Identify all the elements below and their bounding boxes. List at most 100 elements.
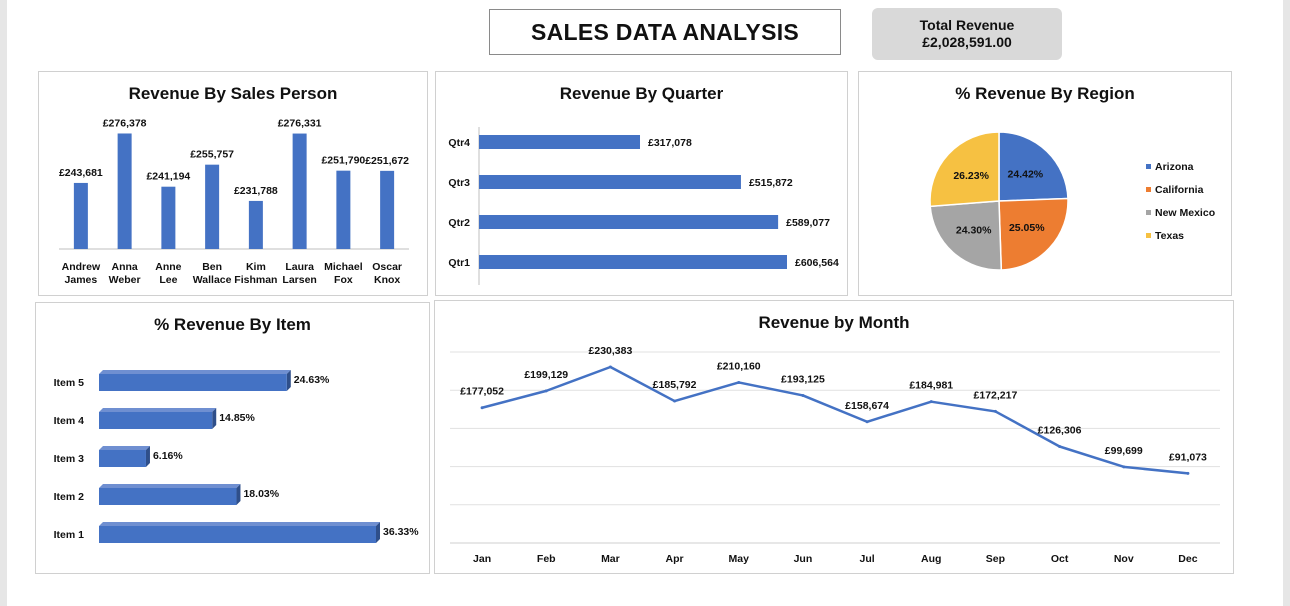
quarter-bar (479, 215, 779, 229)
region-legend-swatch (1146, 210, 1151, 215)
month-tick-label: Jan (473, 553, 491, 565)
sales-person-data-label: £231,788 (234, 185, 278, 197)
quarter-bar (479, 135, 641, 149)
quarter-bar (479, 255, 787, 269)
month-panel: Revenue by Month £177,052 Jan £199,129 Feb £… (434, 300, 1234, 574)
sales-person-tick-label: Larsen (282, 274, 316, 286)
month-data-label: £99,699 (1105, 445, 1143, 457)
sales-person-bar (117, 133, 132, 249)
item-data-label: 36.33% (383, 526, 419, 538)
month-data-point (801, 393, 805, 397)
quarter-tick-label: Qtr4 (448, 137, 470, 149)
quarter-tick-label: Qtr1 (448, 257, 470, 269)
region-legend-label: Arizona (1155, 161, 1194, 173)
item-bar (99, 412, 213, 429)
item-tick-label: Item 2 (54, 491, 85, 503)
sales-person-tick-label: Wallace (193, 274, 232, 286)
region-legend-label: Texas (1155, 230, 1184, 242)
month-data-label: £177,052 (460, 386, 504, 398)
month-data-label: £158,674 (845, 400, 889, 412)
sales-person-tick-label: Weber (109, 274, 141, 286)
month-data-point (1058, 445, 1062, 449)
month-data-label: £210,160 (717, 360, 761, 372)
month-tick-label: Feb (537, 553, 556, 565)
month-tick-label: Aug (921, 553, 941, 565)
item-data-label: 14.85% (219, 412, 255, 424)
month-data-point (737, 380, 741, 384)
month-data-point (993, 409, 997, 413)
sales-person-tick-label: Kim (246, 261, 266, 273)
month-series-line (481, 365, 1189, 475)
sales-person-tick-label: James (65, 274, 98, 286)
sales-person-tick-label: Anne (155, 261, 181, 273)
sales-person-tick-label: Fox (334, 274, 353, 286)
item-bar-top (99, 446, 150, 450)
month-data-label: £126,306 (1038, 425, 1082, 437)
item-tick-label: Item 4 (54, 415, 85, 427)
region-legend-swatch (1146, 187, 1151, 192)
sales-person-panel: Revenue By Sales Person £243,681 Andrew Ja… (38, 71, 428, 296)
sales-person-data-label: £276,378 (103, 117, 147, 129)
month-data-point (544, 389, 548, 393)
quarter-bar (479, 175, 741, 189)
sales-person-tick-label: Lee (159, 274, 177, 286)
item-bar (99, 450, 146, 467)
month-data-label: £91,073 (1169, 451, 1207, 463)
month-tick-label: May (729, 553, 750, 565)
sales-person-tick-label: Laura (285, 261, 314, 273)
sales-person-tick-label: Michael (324, 261, 363, 273)
month-chart: £177,052 Jan £199,129 Feb £230,383 Mar £185,79… (450, 345, 1220, 565)
sales-person-bar (161, 186, 176, 249)
quarter-chart: Qtr4 £317,078 Qtr3 £515,872 Qtr2 £589,077 Qtr1… (448, 127, 839, 285)
item-bar (99, 526, 376, 543)
region-legend-swatch (1146, 233, 1151, 238)
window-frame-right (1283, 0, 1290, 606)
item-bar (99, 374, 287, 391)
month-data-label: £199,129 (524, 369, 568, 381)
month-tick-label: Mar (601, 553, 620, 565)
sales-person-data-label: £276,331 (278, 118, 322, 130)
month-tick-label: Apr (666, 553, 684, 565)
month-tick-label: Sep (986, 553, 1005, 565)
month-data-label: £184,981 (909, 380, 953, 392)
quarter-data-label: £606,564 (795, 257, 839, 269)
item-chart: Item 5 24.63% Item 4 14.85% Item 3 6.16% Item … (54, 370, 419, 543)
item-bar-top (99, 522, 380, 526)
dashboard-title: SALES DATA ANALYSIS (489, 9, 841, 55)
item-tick-label: Item 5 (54, 377, 85, 389)
region-data-label: 25.05% (1009, 222, 1045, 234)
window-frame-left (0, 0, 7, 606)
sales-person-data-label: £255,757 (190, 149, 234, 161)
sales-person-tick-label: Oscar (372, 261, 402, 273)
month-data-label: £230,383 (589, 345, 633, 357)
month-tick-label: Jul (859, 553, 874, 565)
month-data-point (1186, 471, 1190, 475)
sales-person-tick-label: Fishman (234, 274, 277, 286)
month-tick-label: Dec (1178, 553, 1197, 565)
item-data-label: 6.16% (153, 450, 183, 462)
total-revenue-value: £2,028,591.00 (922, 34, 1012, 50)
item-bar-top (99, 484, 241, 488)
region-chart: 24.42% 25.05% 24.30% 26.23% Arizona Californi… (929, 131, 1215, 271)
quarter-tick-label: Qtr3 (448, 177, 470, 189)
total-revenue-card: Total Revenue £2,028,591.00 (872, 8, 1062, 60)
item-panel: % Revenue By Item Item 5 24.63% Item 4 14.8… (35, 302, 430, 574)
month-tick-label: Nov (1114, 553, 1134, 565)
month-data-point (673, 399, 677, 403)
month-data-point (865, 420, 869, 424)
item-data-label: 24.63% (294, 374, 330, 386)
sales-person-data-label: £251,672 (365, 155, 409, 167)
quarter-panel: Revenue By Quarter Qtr4 £317,078 Qtr3 £515,… (435, 71, 848, 296)
sales-person-bar (336, 170, 351, 249)
item-tick-label: Item 3 (54, 453, 85, 465)
item-bar-top (99, 370, 291, 374)
region-panel: % Revenue By Region 24.42% 25.05% 24.30% 26… (858, 71, 1232, 296)
month-data-point (1122, 465, 1126, 469)
sales-person-tick-label: Andrew (62, 261, 101, 273)
sales-person-bar (248, 200, 263, 249)
month-data-point (608, 365, 612, 369)
sales-person-data-label: £243,681 (59, 167, 103, 179)
sales-person-data-label: £241,194 (146, 171, 190, 183)
quarter-data-label: £589,077 (786, 217, 830, 229)
month-data-point (929, 400, 933, 404)
